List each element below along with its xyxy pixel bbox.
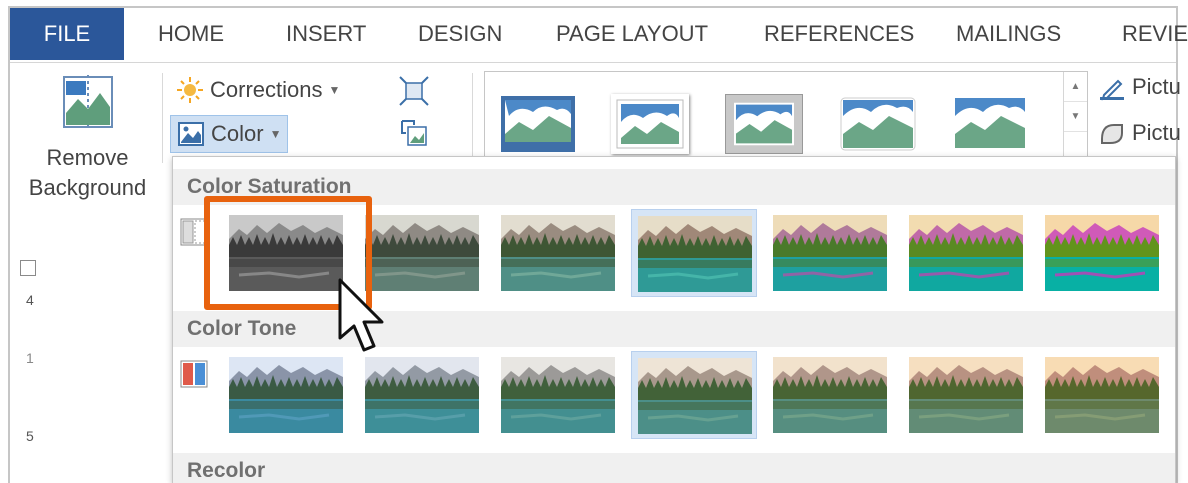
cursor-icon <box>338 278 384 352</box>
tone-option[interactable] <box>1039 351 1165 439</box>
picture-effects-label: Pictu <box>1132 120 1181 145</box>
color-icon <box>178 122 204 146</box>
saturation-thumbnail <box>909 215 1023 291</box>
remove-background-label: Remove Background <box>28 145 147 200</box>
tone-thumbnail <box>909 357 1023 433</box>
tab-file[interactable]: FILE <box>10 8 124 60</box>
gallery-scroll-up-icon[interactable]: ▲ <box>1064 72 1087 102</box>
picture-style-thumb-selected[interactable] <box>725 94 803 154</box>
color-label: Color <box>211 121 264 146</box>
saturation-option[interactable] <box>767 209 893 297</box>
change-picture-icon[interactable] <box>398 117 430 149</box>
tone-option[interactable] <box>903 351 1029 439</box>
saturation-thumbnail <box>638 216 752 292</box>
tone-option[interactable] <box>495 351 621 439</box>
tab-home[interactable]: HOME <box>158 8 224 60</box>
tone-thumbnail <box>1045 357 1159 433</box>
tone-thumbnail <box>365 357 479 433</box>
chevron-down-icon: ▼ <box>269 127 282 141</box>
remove-background-icon <box>62 75 113 129</box>
tone-thumbnail <box>638 358 752 434</box>
ribbon-tab-bar: FILE HOME INSERT DESIGN PAGE LAYOUT REFE… <box>0 0 1188 483</box>
saturation-thumbnail <box>501 215 615 291</box>
saturation-option[interactable] <box>495 209 621 297</box>
ruler-mark: 5 <box>26 428 34 444</box>
section-color-tone: Color Tone <box>173 311 1175 347</box>
corrections-button[interactable]: Corrections ▼ <box>176 71 340 109</box>
tab-design[interactable]: DESIGN <box>418 8 502 60</box>
chevron-down-icon: ▼ <box>328 83 341 97</box>
picture-styles-gallery: ▲ ▼ <box>484 71 1088 165</box>
picture-border-icon <box>1100 79 1124 101</box>
corrections-label: Corrections <box>210 77 323 102</box>
picture-style-thumb[interactable] <box>951 94 1029 154</box>
tab-stop-selector-icon[interactable] <box>20 260 36 276</box>
gallery-scroll-down-icon[interactable]: ▼ <box>1064 102 1087 132</box>
picture-effects-button[interactable]: Pictu <box>1098 115 1181 151</box>
saturation-thumbnail <box>1045 215 1159 291</box>
tone-thumbnail <box>773 357 887 433</box>
tone-thumbnail <box>501 357 615 433</box>
ruler-mark: 4 <box>26 292 34 308</box>
saturation-option[interactable] <box>1039 209 1165 297</box>
ribbon-separator <box>472 73 473 163</box>
section-recolor: Recolor <box>173 453 1175 483</box>
remove-background-button[interactable]: Remove Background <box>20 73 155 213</box>
gallery-scrollbar[interactable]: ▲ ▼ <box>1063 72 1087 164</box>
compress-icon[interactable] <box>398 75 430 107</box>
tab-mailings[interactable]: MAILINGS <box>956 8 1061 60</box>
picture-border-button[interactable]: Pictu <box>1098 69 1181 105</box>
ribbon-separator <box>162 73 163 163</box>
vertical-ruler: 4 1 5 <box>12 240 46 483</box>
tone-option[interactable] <box>767 351 893 439</box>
tone-option[interactable] <box>223 351 349 439</box>
word-window: FILE HOME INSERT DESIGN PAGE LAYOUT REFE… <box>0 0 1188 483</box>
corrections-sun-icon <box>177 77 203 103</box>
tab-page-layout[interactable]: PAGE LAYOUT <box>556 8 708 60</box>
saturation-option[interactable] <box>903 209 1029 297</box>
tone-thumbnail <box>229 357 343 433</box>
picture-effects-icon <box>1101 124 1123 144</box>
tone-swatch-icon <box>180 360 208 388</box>
saturation-option[interactable] <box>631 209 757 297</box>
picture-style-thumb[interactable] <box>499 94 577 154</box>
tab-references[interactable]: REFERENCES <box>764 8 914 60</box>
tab-insert[interactable]: INSERT <box>286 8 366 60</box>
ribbon-adjust-group: Remove Background Corrections ▼ Color ▼ … <box>10 62 1181 200</box>
picture-style-thumb[interactable] <box>839 94 917 154</box>
tone-option[interactable] <box>359 351 485 439</box>
tab-review[interactable]: REVIE <box>1122 8 1188 60</box>
saturation-thumbnail <box>773 215 887 291</box>
tone-option[interactable] <box>631 351 757 439</box>
picture-style-thumb[interactable] <box>611 94 689 154</box>
ruler-mark: 1 <box>26 350 34 366</box>
color-button[interactable]: Color ▼ <box>170 115 289 153</box>
picture-border-label: Pictu <box>1132 74 1181 99</box>
